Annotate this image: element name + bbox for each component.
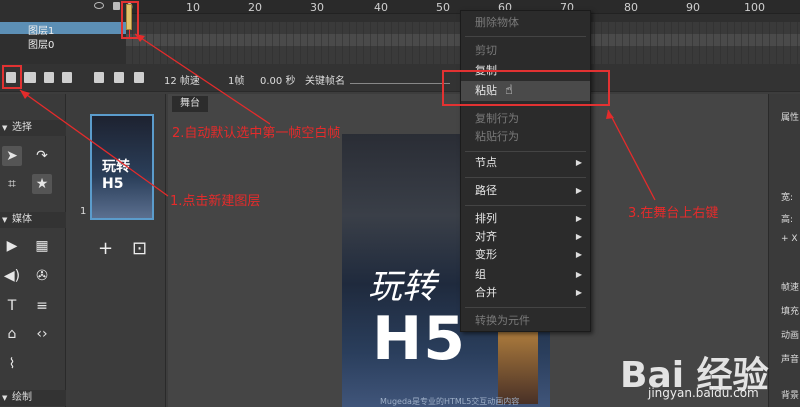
editor-window: { "timeline": { "ruler": ["0","10","20",…: [0, 0, 800, 407]
annotation-step2: 2.自动默认选中第一帧空白帧: [172, 126, 341, 141]
annotation-step1: 1.点击新建图层: [170, 194, 261, 209]
baidu-watermark-url: jingyan.baidu.com: [648, 386, 759, 400]
annotation-step3: 3.在舞台上右键: [628, 206, 719, 221]
